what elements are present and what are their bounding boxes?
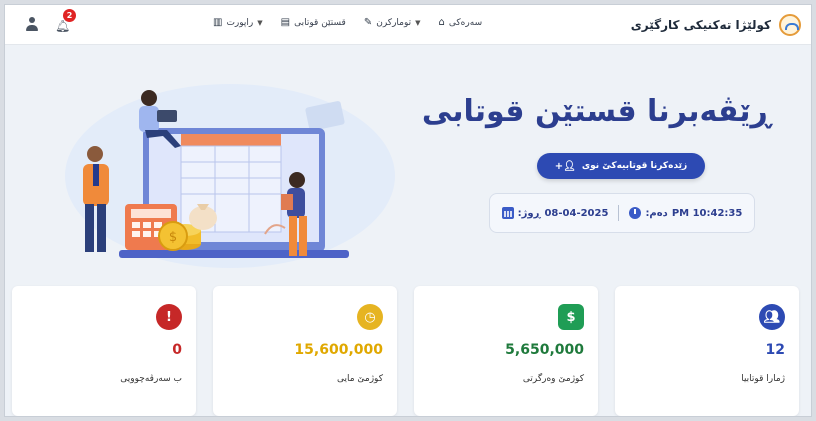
time-value: PM 10:42:35 (671, 207, 743, 219)
stat-card-student-count[interactable]: 👥︎ 12 ژمارا قوتابیا (615, 286, 799, 416)
top-navbar: کولێژا تەکنیکی کارگێری ⌂ سەرەکی ✎ تومارک… (5, 5, 811, 45)
edit-icon: ✎ (363, 17, 373, 28)
menu-item-label: قستێن قوتابی (294, 17, 346, 28)
stat-value: 5,650,000 (505, 342, 584, 358)
main-menu: ⌂ سەرەکی ✎ تومارکرن ▼ ▤ قستێن قوتابی ▥ ر… (213, 17, 482, 28)
date-value: 08-04-2025 (544, 207, 609, 219)
money-icon: $ (558, 304, 584, 330)
finance-illustration: $ (65, 84, 395, 268)
caret-down-icon: ▼ (257, 18, 263, 27)
stat-card-received-amount[interactable]: $ 5,650,000 کوژمێ وەرگرتی (414, 286, 598, 416)
home-icon: ⌂ (438, 17, 445, 28)
notifications-button[interactable]: 🔔︎ 2 (55, 9, 76, 33)
page-title: ڕێڤەبرنا قستێن قوتابی (421, 94, 771, 129)
stat-label: کوژمێ مایی (336, 374, 383, 384)
menu-item-registration[interactable]: ✎ تومارکرن ▼ (364, 17, 421, 28)
college-logo-icon (779, 14, 801, 36)
stat-label: کوژمێ وەرگرتی (522, 374, 584, 384)
bar-chart-icon: ▥ (213, 17, 223, 28)
add-new-student-label: زێدەکرنا قوتابیەکێ نوی (581, 161, 688, 171)
time-label: دەم: (645, 207, 668, 219)
stat-label: ب سەرڤەچوویی (120, 374, 182, 384)
svg-text:$: $ (169, 230, 177, 245)
menu-item-installments[interactable]: ▤ قستێن قوتابی (281, 17, 346, 28)
nav-actions: 🔔︎ 2 (25, 9, 76, 33)
menu-item-home[interactable]: ⌂ سەرەکی (439, 17, 483, 28)
hero-section: $ ڕێڤەبرنا قستێن قوتابی 👤︎+ زێدەکرنا قوت… (5, 46, 811, 276)
date-label: ڕوژ: (517, 207, 541, 219)
stat-card-remaining-amount[interactable]: ◷ 15,600,000 کوژمێ مایی (213, 286, 397, 416)
alert-icon: ! (156, 304, 182, 330)
stat-value: 12 (765, 342, 785, 358)
app-window: کولێژا تەکنیکی کارگێری ⌂ سەرەکی ✎ تومارک… (4, 4, 812, 417)
date-display: ڕوژ: 08-04-2025 (501, 207, 609, 219)
clock-icon: ◷ (357, 304, 383, 330)
menu-item-label: سەرەکی (448, 17, 483, 28)
stat-label: ژمارا قوتابیا (741, 374, 785, 384)
user-plus-icon: 👤︎+ (554, 160, 576, 172)
date-time-panel: ڕوژ: 08-04-2025 دەم: PM 10:42:35 (489, 193, 755, 233)
clock-icon (629, 207, 642, 219)
menu-item-label: راپورت (226, 17, 254, 28)
add-new-student-button[interactable]: 👤︎+ زێدەکرنا قوتابیەکێ نوی (537, 153, 705, 179)
brand[interactable]: کولێژا تەکنیکی کارگێری (631, 13, 801, 37)
table-icon: ▤ (280, 17, 291, 28)
menu-item-label: تومارکرن (376, 17, 412, 28)
calendar-icon (501, 207, 514, 219)
stat-card-overdue[interactable]: ! 0 ب سەرڤەچوویی (12, 286, 196, 416)
user-icon[interactable] (25, 16, 39, 32)
stats-cards: 👥︎ 12 ژمارا قوتابیا $ 5,650,000 کوژمێ وە… (12, 286, 799, 416)
notification-badge: 2 (63, 9, 76, 22)
brand-name: کولێژا تەکنیکی کارگێری (630, 18, 771, 32)
caret-down-icon: ▼ (415, 18, 421, 27)
stat-value: 15,600,000 (294, 342, 383, 358)
stat-value: 0 (172, 342, 182, 358)
divider (618, 205, 620, 221)
menu-item-reports[interactable]: ▥ راپورت ▼ (213, 17, 263, 28)
users-icon: 👥︎ (759, 304, 785, 330)
time-display: دەم: PM 10:42:35 (629, 207, 742, 219)
